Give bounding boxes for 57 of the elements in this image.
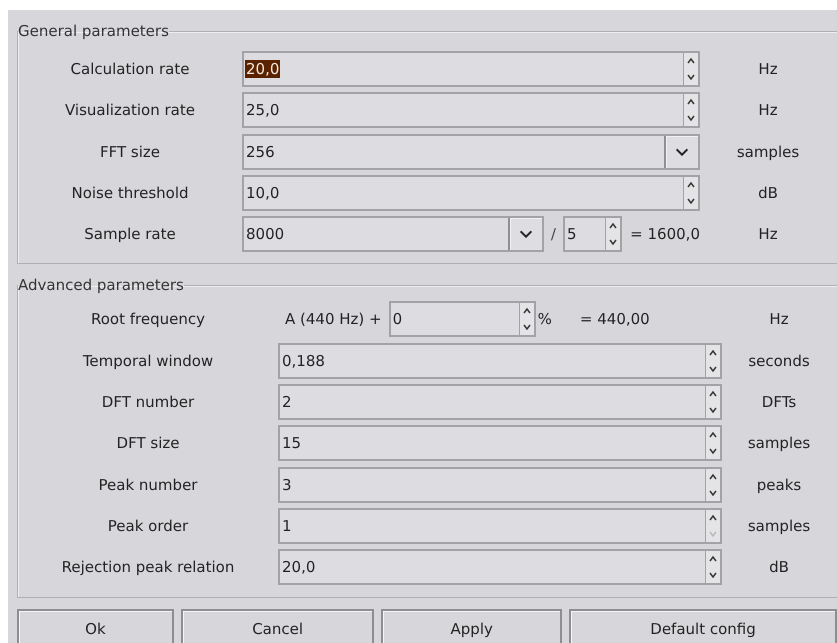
field-label: Sample rate [83,225,177,244]
unit-label: samples [746,434,812,452]
spin-box[interactable]: 20,0 [278,549,722,586]
spin-box[interactable]: 5 [563,216,622,252]
field-label: DFT size [116,434,180,452]
unit-label: Hz [757,225,779,244]
spin-box[interactable]: 20,0 [242,51,700,87]
field-label: DFT number [100,393,196,412]
unit-label: peaks [756,476,802,494]
spin-box[interactable]: 15 [278,425,722,462]
unit-label: dB [757,184,779,202]
dialog-button[interactable]: Cancel [180,608,374,643]
unit-label: Hz [757,101,779,120]
field-label: Calculation rate [70,60,190,78]
field-label: Peak order [106,516,190,535]
field-label: Root frequency [90,310,206,328]
dialog-button[interactable]: Ok [17,608,174,643]
field-value: 3 [281,476,293,494]
dialog-button[interactable]: Default config [569,608,837,643]
field-label: FFT size [98,142,161,161]
spin-box[interactable]: 2 [278,384,722,420]
dropdown[interactable]: 256 [242,134,700,170]
spin-box[interactable]: 0 [388,301,536,338]
field-value: 2 [281,393,293,412]
dialog-button[interactable]: Apply [381,608,562,643]
result-text: = 440,00 [580,310,650,328]
unit-label: samples [746,516,812,535]
field-value: 20,0 [281,558,316,576]
divide-sign: / [550,225,557,244]
field-value: 25,0 [245,101,280,120]
unit-label: Hz [757,60,779,78]
spin-box[interactable]: 10,0 [242,174,700,211]
unit-label: samples [736,142,800,161]
base-frequency-text: A (440 Hz) + [285,310,382,328]
field-label: Visualization rate [64,101,196,120]
field-value: 1 [281,516,293,535]
unit-label: DFTs [760,393,798,412]
spin-box[interactable]: 0,188 [278,342,722,379]
group-title: Advanced parameters [18,277,184,294]
field-label: Peak number [98,476,198,494]
field-label: Rejection peak relation [60,558,236,576]
field-label: Noise threshold [70,184,190,202]
result-text: = 1600,0 [630,225,700,244]
field-label: Temporal window [82,352,214,370]
spin-box[interactable]: 3 [278,466,722,503]
field-value: 0,188 [281,352,326,370]
percent-sign: % [538,310,552,328]
group-title: General parameters [18,23,169,39]
spin-box[interactable]: 1 [278,508,722,544]
dropdown[interactable]: 8000 [242,216,544,252]
unit-label: seconds [747,352,811,370]
unit-label: dB [768,558,790,576]
field-value: 15 [281,434,302,452]
spin-box[interactable]: 25,0 [242,92,700,128]
field-value: 20,0 [245,60,280,78]
field-value: 10,0 [245,184,280,202]
unit-label: Hz [768,310,790,328]
